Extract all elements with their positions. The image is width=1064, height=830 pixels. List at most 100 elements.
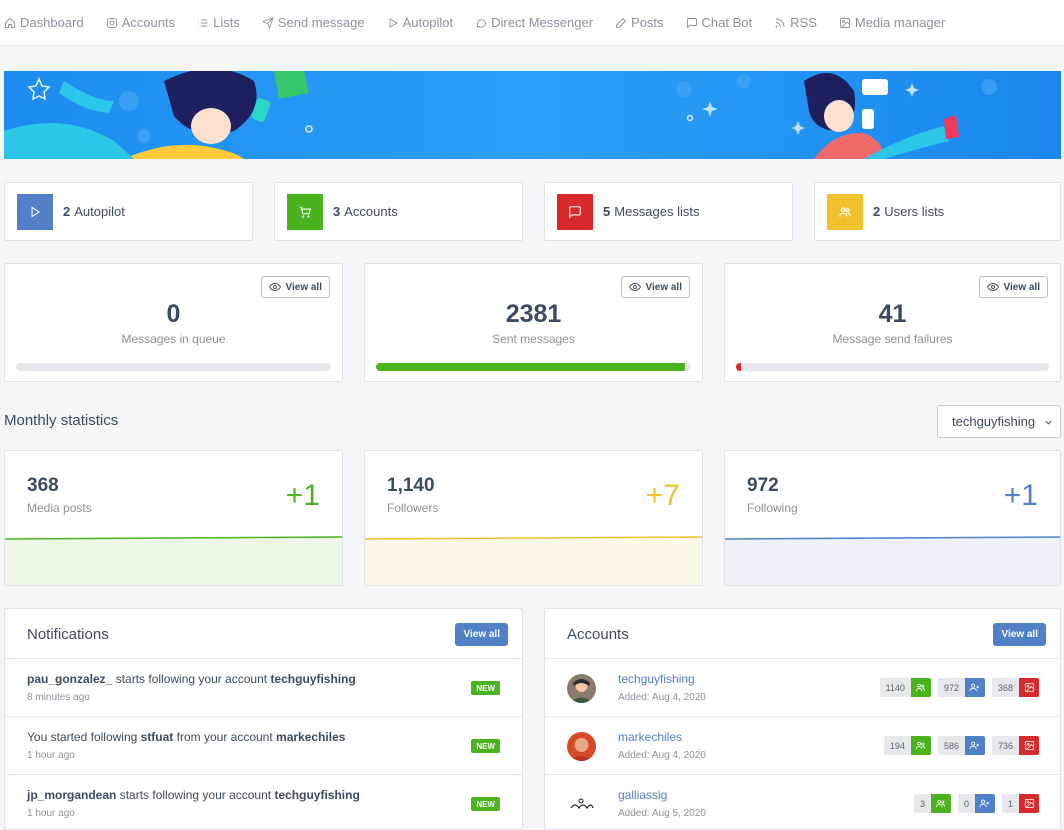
send-icon	[261, 16, 274, 29]
accounts-panel: Accounts View all techguyfishing Added: A…	[544, 608, 1061, 830]
nav-posts[interactable]: Posts	[615, 15, 664, 30]
notification-item: You started following stfuat from your a…	[5, 717, 522, 775]
stat-label: Accounts	[344, 204, 398, 219]
stat-count: 2	[63, 204, 71, 219]
followers-count: 1140	[879, 678, 911, 697]
list-icon	[198, 19, 208, 26]
posts-count: 368	[991, 678, 1019, 697]
account-name-link[interactable]: markechiles	[618, 730, 682, 744]
notification-time: 1 hour ago	[27, 808, 75, 819]
failures-label: Message send failures	[832, 332, 953, 346]
notification-phrase: from your account	[173, 730, 277, 744]
message-square-icon	[569, 205, 581, 219]
stat-label: Messages lists	[614, 204, 700, 219]
new-badge: NEW	[471, 681, 500, 695]
instagram-icon	[106, 17, 117, 28]
nav-media-manager[interactable]: Media manager	[839, 15, 945, 30]
account-added-date: Added: Aug 4, 2020	[618, 692, 706, 703]
account-select-value: techguyfishing	[952, 414, 1036, 429]
nav-direct-messenger[interactable]: Direct Messenger	[475, 15, 593, 30]
image-icon	[1019, 678, 1039, 697]
media-posts-label: Media posts	[27, 501, 92, 515]
stat-card-autopilot[interactable]: 2 Autopilot	[4, 182, 253, 241]
accounts-header: Accounts View all	[545, 609, 1060, 659]
following-count: 0	[957, 794, 975, 813]
view-all-notifications-button[interactable]: View all	[455, 623, 508, 646]
new-badge: NEW	[471, 739, 500, 753]
user-plus-icon	[964, 736, 985, 755]
sent-progress-bar	[376, 363, 691, 371]
nav-dashboard[interactable]: Dashboard	[4, 15, 84, 30]
avatar	[567, 674, 596, 703]
notification-time: 1 hour ago	[27, 750, 75, 761]
card-media-posts: 368 Media posts +1	[4, 450, 343, 586]
following-delta: +1	[1003, 479, 1038, 512]
queue-label: Messages in queue	[121, 332, 226, 346]
sent-label: Sent messages	[492, 332, 575, 346]
card-send-failures: View all 41 Message send failures	[724, 263, 1061, 382]
chat-bubble-icon	[476, 18, 487, 28]
account-name-link[interactable]: galliassig	[618, 788, 667, 802]
new-badge: NEW	[471, 797, 500, 811]
following-count: 972	[747, 475, 779, 496]
nav-lists[interactable]: Lists	[197, 15, 240, 30]
account-stats: 194 586 736	[883, 736, 1039, 755]
view-all-failures-button[interactable]: View all	[979, 276, 1048, 298]
failures-count: 41	[878, 300, 907, 328]
notification-phrase: starts following your account	[116, 788, 275, 802]
stat-icon-box	[827, 193, 863, 230]
account-row: markechiles Added: Aug 4, 2020 194 586 736	[545, 717, 1060, 775]
stat-card-users-lists[interactable]: 2 Users lists	[814, 182, 1061, 241]
notification-phrase: starts following your account	[112, 672, 271, 686]
stat-card-messages-lists[interactable]: 5 Messages lists	[544, 182, 793, 241]
stat-card-accounts[interactable]: 3 Accounts	[274, 182, 523, 241]
notification-item: pau_gonzalez_ starts following your acco…	[5, 659, 522, 717]
stat-icon-box	[287, 193, 323, 230]
monthly-statistics-title: Monthly statistics	[4, 412, 119, 429]
media-posts-count: 368	[27, 475, 59, 496]
view-all-sent-button[interactable]: View all	[621, 276, 690, 298]
image-icon	[1019, 794, 1039, 813]
following-count: 586	[937, 736, 965, 755]
users-icon	[910, 736, 931, 755]
account-stats: 1140 972 368	[879, 678, 1039, 697]
card-messages-in-queue: View all 0 Messages in queue	[4, 263, 343, 382]
following-count: 972	[937, 678, 965, 697]
posts-count: 736	[991, 736, 1019, 755]
following-label: Following	[747, 501, 798, 515]
account-name-link[interactable]: techguyfishing	[618, 672, 695, 686]
followers-count: 3	[913, 794, 931, 813]
progress-fill	[736, 363, 742, 371]
notification-username: stfuat	[140, 730, 174, 744]
notifications-title: Notifications	[27, 626, 109, 643]
nav-accounts[interactable]: Accounts	[106, 15, 175, 30]
top-navigation: Dashboard Accounts Lists Send message Au…	[0, 0, 1064, 46]
message-square-icon	[686, 17, 697, 29]
account-select[interactable]: techguyfishing	[937, 405, 1061, 438]
account-stats: 3 0 1	[913, 794, 1039, 813]
followers-label: Followers	[387, 501, 439, 515]
home-icon	[5, 17, 15, 28]
card-followers: 1,140 Followers +7	[364, 450, 703, 586]
pencil-icon	[616, 17, 627, 28]
account-added-date: Added: Aug 4, 2020	[618, 750, 706, 761]
nav-rss[interactable]: RSS	[774, 15, 817, 30]
view-all-queue-button[interactable]: View all	[261, 276, 330, 298]
stat-label: Users lists	[884, 204, 945, 219]
failures-progress-bar	[736, 363, 1049, 371]
queue-count: 0	[166, 300, 181, 328]
nav-autopilot[interactable]: Autopilot	[387, 15, 453, 30]
nav-chat-bot[interactable]: Chat Bot	[686, 15, 752, 30]
followers-sparkline	[365, 536, 702, 585]
accounts-list: techguyfishing Added: Aug 4, 2020 1140 972 3…	[545, 659, 1060, 829]
notification-text: You started following stfuat from your a…	[27, 730, 345, 744]
welcome-banner	[4, 71, 1061, 159]
users-icon	[910, 678, 931, 697]
nav-send-message[interactable]: Send message	[261, 15, 365, 30]
cart-icon	[299, 206, 311, 218]
notifications-header: Notifications View all	[5, 609, 522, 659]
banner-illustration	[4, 71, 997, 159]
followers-delta: +7	[645, 479, 680, 512]
view-all-accounts-button[interactable]: View all	[993, 623, 1046, 646]
media-posts-delta: +1	[285, 479, 320, 512]
